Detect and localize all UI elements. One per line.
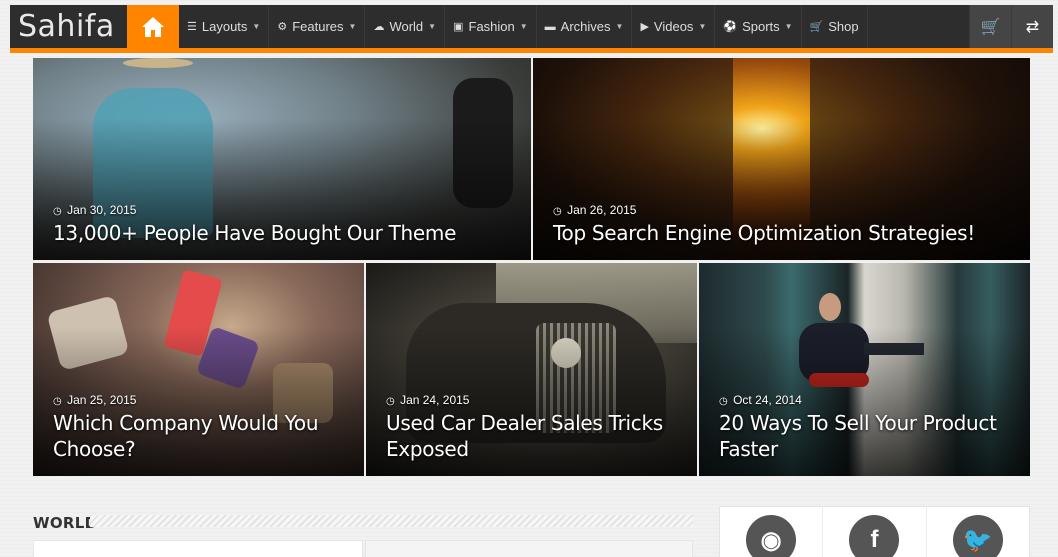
shuffle-icon: ⇄ xyxy=(1025,18,1040,36)
twitter-button[interactable]: 🐦 xyxy=(927,507,1029,557)
featured-post-4[interactable]: ◷ Jan 24, 2015 Used Car Dealer Sales Tri… xyxy=(366,263,697,476)
menu-item-label: Videos xyxy=(653,19,694,34)
post-date: ◷ Jan 30, 2015 xyxy=(53,203,136,217)
play-circle-icon: ▶ xyxy=(640,21,649,33)
post-title[interactable]: Top Search Engine Optimization Strategie… xyxy=(553,220,1016,246)
post-title[interactable]: 20 Ways To Sell Your Product Faster xyxy=(719,410,1016,462)
main-menu: ☰ Layouts ▼ ⚙ Features ▼ ☁ World ▼ ▣ Fashion ▼ ▬ Arch… xyxy=(179,5,969,48)
twitter-icon: 🐦 xyxy=(952,515,1003,557)
clock-icon: ◷ xyxy=(53,206,62,217)
social-widget: ◉ f 🐦 xyxy=(719,506,1030,557)
clock-icon: ◷ xyxy=(719,396,728,407)
menu-item-label: Archives xyxy=(560,19,611,34)
featured-post-5[interactable]: ◷ Oct 24, 2014 20 Ways To Sell Your Prod… xyxy=(699,263,1030,476)
caret-down-icon: ▼ xyxy=(428,22,437,31)
shuffle-button[interactable]: ⇄ xyxy=(1011,5,1053,48)
clock-icon: ◷ xyxy=(386,396,395,407)
menu-item-shop[interactable]: 🛒 Shop xyxy=(802,5,868,48)
menu-item-label: Shop xyxy=(828,19,859,34)
post-title[interactable]: 13,000+ People Have Bought Our Theme xyxy=(53,220,517,246)
cart-icon: 🛒 xyxy=(980,18,1001,36)
featured-post-3[interactable]: ◷ Jan 25, 2015 Which Company Would You C… xyxy=(33,263,364,476)
clock-icon: ◷ xyxy=(553,206,562,217)
bars-icon: ☰ xyxy=(187,21,197,33)
post-date-text: Jan 24, 2015 xyxy=(400,393,470,407)
menu-item-layouts[interactable]: ☰ Layouts ▼ xyxy=(179,5,270,48)
post-date-text: Oct 24, 2014 xyxy=(733,393,802,407)
menu-item-world[interactable]: ☁ World ▼ xyxy=(365,5,446,48)
menu-item-fashion[interactable]: ▣ Fashion ▼ xyxy=(445,5,537,48)
section-divider xyxy=(90,515,693,527)
home-icon xyxy=(142,16,164,37)
menu-item-videos[interactable]: ▶ Videos ▼ xyxy=(632,5,716,48)
cogs-icon: ⚙ xyxy=(277,21,288,33)
soccer-ball-icon: ⚽ xyxy=(723,21,738,33)
post-date: ◷ Jan 24, 2015 xyxy=(386,393,469,407)
featured-post-2[interactable]: ◷ Jan 26, 2015 Top Search Engine Optimiz… xyxy=(533,58,1030,260)
world-post-card[interactable] xyxy=(365,540,693,557)
world-post-card[interactable] xyxy=(33,540,363,557)
section-title-world[interactable]: WORLD xyxy=(33,514,97,532)
post-date: ◷ Jan 26, 2015 xyxy=(553,203,636,217)
menu-item-archives[interactable]: ▬ Archives ▼ xyxy=(537,5,633,48)
folder-icon: ▬ xyxy=(544,20,556,33)
facebook-button[interactable]: f xyxy=(823,507,927,557)
post-date-text: Jan 25, 2015 xyxy=(67,393,137,407)
post-date-text: Jan 30, 2015 xyxy=(67,203,137,217)
caret-down-icon: ▼ xyxy=(519,22,528,31)
caret-down-icon: ▼ xyxy=(252,22,261,31)
menu-item-label: Fashion xyxy=(468,19,515,34)
caret-down-icon: ▼ xyxy=(348,22,357,31)
post-title[interactable]: Which Company Would You Choose? xyxy=(53,410,350,462)
briefcase-icon: ▣ xyxy=(453,21,464,33)
home-button[interactable] xyxy=(127,5,179,48)
nav-right-buttons: 🛒 ⇄ xyxy=(969,5,1053,48)
post-date: ◷ Oct 24, 2014 xyxy=(719,393,802,407)
cart-icon: 🛒 xyxy=(809,21,824,33)
post-date: ◷ Jan 25, 2015 xyxy=(53,393,136,407)
post-date-text: Jan 26, 2015 xyxy=(567,203,637,217)
facebook-icon: f xyxy=(849,515,900,557)
clock-icon: ◷ xyxy=(53,396,62,407)
menu-item-sports[interactable]: ⚽ Sports ▼ xyxy=(715,5,802,48)
rss-button[interactable]: ◉ xyxy=(720,507,824,557)
cloud-icon: ☁ xyxy=(373,21,385,33)
menu-item-label: Sports xyxy=(742,19,780,34)
cart-button[interactable]: 🛒 xyxy=(969,5,1011,48)
rss-icon: ◉ xyxy=(746,515,797,557)
caret-down-icon: ▼ xyxy=(615,22,624,31)
menu-item-label: Layouts xyxy=(201,19,248,34)
site-logo[interactable]: Sahifa xyxy=(10,5,127,48)
main-navbar: Sahifa ☰ Layouts ▼ ⚙ Features ▼ ☁ World ▼ ▣ Fashio… xyxy=(10,5,1053,53)
post-title[interactable]: Used Car Dealer Sales Tricks Exposed xyxy=(386,410,683,462)
caret-down-icon: ▼ xyxy=(784,22,793,31)
menu-item-label: Features xyxy=(292,19,344,34)
featured-post-1[interactable]: ◷ Jan 30, 2015 13,000+ People Have Bough… xyxy=(33,58,531,260)
menu-item-label: World xyxy=(389,19,424,34)
menu-item-features[interactable]: ⚙ Features ▼ xyxy=(269,5,366,48)
caret-down-icon: ▼ xyxy=(698,22,707,31)
